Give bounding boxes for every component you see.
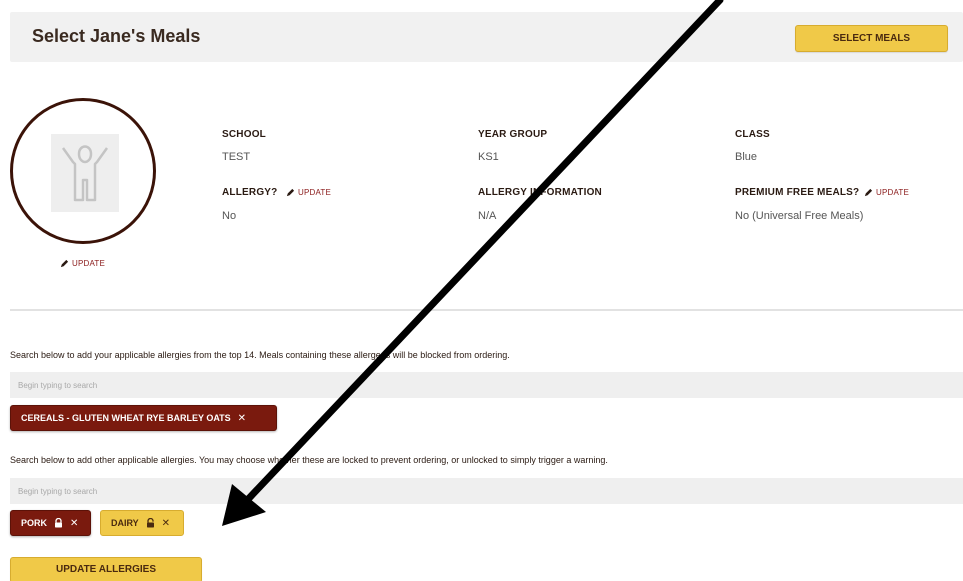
update-allergies-button[interactable]: UPDATE ALLERGIES	[10, 557, 202, 581]
allergy-tag-pork[interactable]: PORK ✕	[10, 510, 91, 536]
top14-search-input[interactable]	[10, 372, 963, 398]
allergy-tag-label: CEREALS - GLUTEN WHEAT RYE BARLEY OATS	[21, 413, 231, 423]
remove-icon[interactable]: ✕	[70, 518, 78, 529]
child-icon	[61, 145, 109, 202]
premium-update-link[interactable]: UPDATE	[864, 188, 909, 197]
remove-icon[interactable]: ✕	[162, 518, 170, 529]
allergy-value: No	[222, 210, 237, 222]
avatar-placeholder	[51, 134, 119, 212]
select-meals-button[interactable]: SELECT MEALS	[795, 25, 948, 52]
allergy-info-label: ALLERGY INFORMATION	[478, 187, 602, 198]
page-title: Select Jane's Meals	[32, 26, 201, 46]
avatar-update-label: UPDATE	[72, 259, 106, 268]
top14-instruction: Search below to add your applicable alle…	[10, 350, 510, 360]
premium-value: No (Universal Free Meals)	[735, 210, 864, 222]
page-header: Select Jane's Meals SELECT MEALS	[10, 12, 963, 62]
avatar	[10, 98, 156, 244]
remove-icon[interactable]: ✕	[238, 413, 246, 424]
school-label: SCHOOL	[222, 129, 266, 140]
allergy-tag-cereals[interactable]: CEREALS - GLUTEN WHEAT RYE BARLEY OATS ✕	[10, 405, 277, 431]
allergy-update-label: UPDATE	[298, 188, 332, 197]
class-label: CLASS	[735, 129, 770, 140]
pencil-icon	[864, 188, 873, 197]
allergy-info-value: N/A	[478, 210, 497, 222]
premium-update-label: UPDATE	[876, 188, 910, 197]
allergy-label: ALLERGY?	[222, 187, 278, 198]
pencil-icon	[286, 188, 295, 197]
avatar-update-link[interactable]: UPDATE	[60, 259, 105, 268]
class-value: Blue	[735, 151, 758, 163]
year-group-label: YEAR GROUP	[478, 129, 548, 140]
allergy-tag-label: DAIRY	[111, 518, 139, 528]
pencil-icon	[60, 259, 69, 268]
other-search-input[interactable]	[10, 478, 963, 504]
allergy-update-link[interactable]: UPDATE	[286, 188, 331, 197]
divider	[10, 309, 963, 311]
unlock-icon[interactable]	[146, 518, 155, 528]
lock-icon[interactable]	[54, 518, 63, 528]
school-value: TEST	[222, 151, 251, 163]
allergy-tag-dairy[interactable]: DAIRY ✕	[100, 510, 184, 536]
premium-label: PREMIUM FREE MEALS?	[735, 187, 860, 198]
allergy-tag-label: PORK	[21, 518, 48, 528]
year-group-value: KS1	[478, 151, 499, 163]
other-instruction: Search below to add other applicable all…	[10, 455, 608, 465]
